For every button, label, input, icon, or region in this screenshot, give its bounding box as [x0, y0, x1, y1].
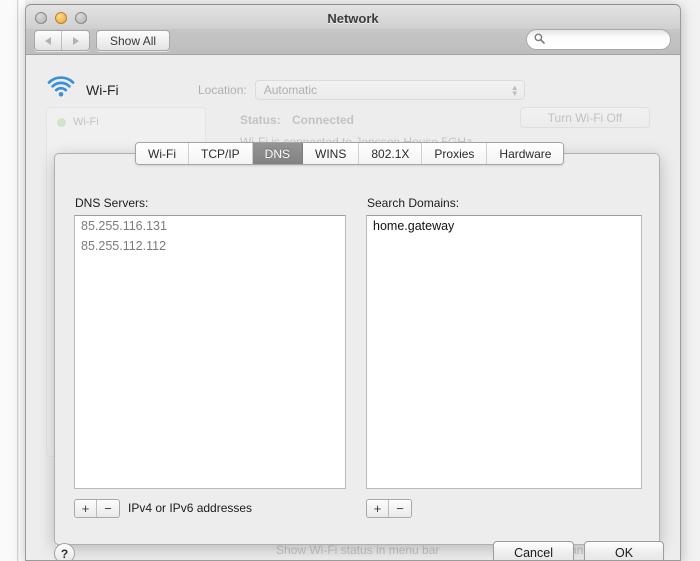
- search-field[interactable]: [526, 29, 671, 50]
- minus-icon: −: [396, 501, 404, 516]
- desktop-left-strip: [0, 0, 18, 561]
- search-domains-label: Search Domains:: [367, 196, 460, 210]
- help-button[interactable]: ?: [54, 543, 75, 561]
- dns-servers-label: DNS Servers:: [75, 196, 149, 210]
- back-arrow-icon: [45, 36, 51, 45]
- dns-server-row[interactable]: 85.255.116.131: [75, 216, 345, 236]
- tab-wifi[interactable]: Wi-Fi: [136, 143, 189, 164]
- location-row: Location: Automatic ▲ ▼: [198, 80, 525, 100]
- forward-button[interactable]: [62, 31, 89, 50]
- service-header: Wi-Fi: [46, 75, 119, 104]
- tab-hardware[interactable]: Hardware: [487, 143, 564, 164]
- tab-dns-label: DNS: [264, 146, 290, 161]
- chevron-updown-icon: ▲ ▼: [510, 83, 519, 98]
- show-all-button[interactable]: Show All: [96, 30, 171, 51]
- add-search-domain-button[interactable]: +: [367, 500, 389, 517]
- dns-servers-add-remove-group: + −: [74, 499, 120, 518]
- location-popup-button[interactable]: Automatic ▲ ▼: [254, 80, 525, 100]
- plus-icon: +: [373, 501, 382, 516]
- dns-server-row[interactable]: 85.255.112.112: [75, 236, 345, 256]
- tab-wifi-label: Wi-Fi: [148, 146, 176, 161]
- preference-pane-content: Wi-Fi Location: Automatic ▲▼ Wi-Fi Bluet…: [26, 55, 680, 561]
- cancel-button[interactable]: Cancel: [493, 541, 574, 560]
- show-all-label: Show All: [110, 33, 157, 48]
- status-dot-icon: [57, 117, 66, 127]
- status-value: Connected: [292, 113, 355, 127]
- network-preferences-window: Network Show All Wi-Fi Location: Automat…: [25, 4, 681, 561]
- show-wifi-status-label: Show Wi-Fi status in menu bar: [276, 543, 440, 557]
- minus-icon: −: [104, 501, 112, 516]
- ok-button[interactable]: OK: [584, 541, 664, 560]
- tab-8021x[interactable]: 802.1X: [359, 143, 423, 164]
- location-value: Automatic: [263, 83, 318, 97]
- add-dns-server-button[interactable]: +: [75, 500, 97, 517]
- tab-wins[interactable]: WINS: [303, 143, 360, 164]
- question-mark-icon: ?: [60, 546, 69, 561]
- tab-hardware-label: Hardware: [499, 146, 552, 161]
- ok-label: OK: [614, 546, 634, 560]
- window-titlebar: Network Show All: [26, 5, 680, 55]
- tab-proxies[interactable]: Proxies: [422, 143, 488, 164]
- sheet-tab-bar: Wi-Fi TCP/IP DNS WINS 802.1X Proxies Har…: [135, 142, 565, 165]
- search-domain-row[interactable]: home.gateway: [367, 216, 641, 236]
- remove-dns-server-button[interactable]: −: [97, 500, 119, 517]
- window-title: Network: [327, 11, 379, 26]
- forward-arrow-icon: [72, 36, 79, 45]
- back-button[interactable]: [35, 31, 62, 50]
- cancel-label: Cancel: [514, 546, 553, 560]
- turn-wifi-off-button[interactable]: Turn Wi-Fi Off: [520, 107, 650, 128]
- tab-tcpip[interactable]: TCP/IP: [188, 143, 253, 164]
- tab-8021x-label: 802.1X: [371, 146, 410, 161]
- search-input[interactable]: [549, 33, 659, 46]
- tab-tcpip-label: TCP/IP: [200, 146, 240, 161]
- dns-settings-sheet: Wi-Fi TCP/IP DNS WINS 802.1X Proxies Har…: [54, 142, 660, 545]
- navigation-segmented-control: [34, 30, 90, 51]
- service-name-label: Wi-Fi: [86, 81, 119, 98]
- dns-servers-list[interactable]: 85.255.116.131 85.255.112.112: [74, 215, 346, 489]
- tab-proxies-label: Proxies: [434, 146, 475, 161]
- sidebar-service-name: Wi-Fi: [73, 116, 99, 128]
- wifi-icon: [46, 75, 76, 104]
- remove-search-domain-button[interactable]: −: [389, 500, 411, 517]
- tab-dns[interactable]: DNS: [252, 143, 303, 164]
- search-domains-list[interactable]: home.gateway: [366, 215, 642, 489]
- address-format-hint: IPv4 or IPv6 addresses: [128, 501, 253, 515]
- plus-icon: +: [81, 501, 90, 516]
- location-label: Location:: [198, 83, 247, 97]
- search-icon: [534, 31, 545, 49]
- turn-wifi-off-label: Turn Wi-Fi Off: [547, 110, 623, 125]
- search-domains-add-remove-group: + −: [366, 499, 412, 518]
- tab-wins-label: WINS: [315, 146, 347, 161]
- status-label: Status:: [240, 113, 281, 127]
